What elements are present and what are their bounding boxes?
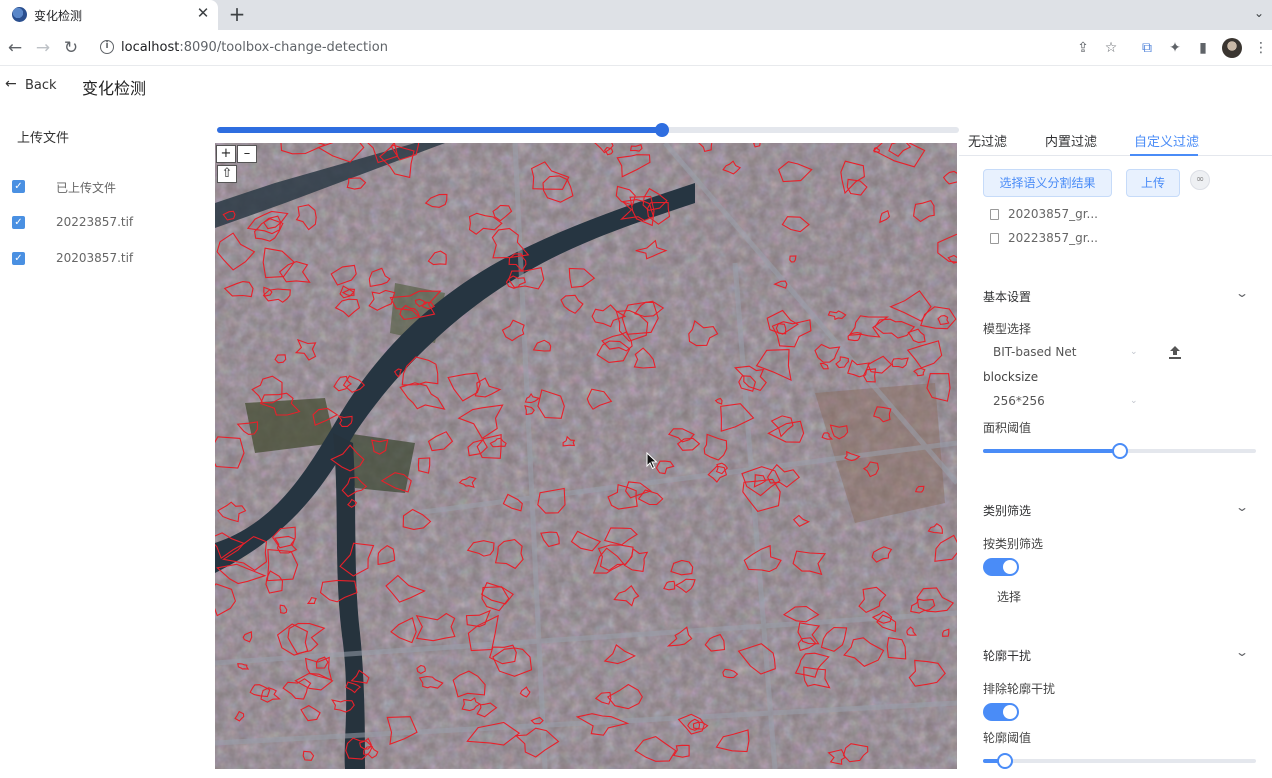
class-filter-toggle-label: 按类别筛选	[983, 537, 1044, 551]
section-title: 基本设置	[983, 290, 1032, 304]
contour-filter-header[interactable]: 轮廓干扰 ⌄	[983, 645, 1253, 665]
browser-tab[interactable]: 变化检测 ✕	[0, 0, 218, 30]
contour-filter-switch[interactable]	[983, 703, 1019, 721]
side-panel-icon[interactable]: ▮	[1194, 39, 1212, 57]
page-title: 变化检测	[82, 79, 147, 98]
checkbox[interactable]: ✓	[12, 180, 25, 193]
blocksize-select[interactable]: 256*256	[993, 394, 1045, 408]
seg-file-item[interactable]: 20223857_gr...	[990, 231, 1150, 247]
app-header: ← Back 变化检测	[0, 66, 1272, 106]
browser-tabstrip: 变化检测 ✕ + ⌄	[0, 0, 1272, 30]
file-label: 20203857.tif	[56, 251, 134, 265]
zoom-out-button[interactable]: –	[237, 145, 257, 163]
checkbox[interactable]: ✓	[12, 252, 25, 265]
chevron-down-icon[interactable]: ⌄	[1235, 645, 1249, 659]
extensions-icon[interactable]: ✦	[1166, 39, 1184, 57]
file-item[interactable]: ✓ 20203857.tif	[12, 250, 202, 268]
back-arrow-icon[interactable]: ←	[5, 38, 25, 58]
seg-file-label: 20203857_gr...	[1008, 207, 1098, 221]
chevron-down-icon[interactable]: ⌄	[1130, 347, 1138, 357]
info-icon[interactable]: i	[100, 40, 114, 54]
seg-file-label: 20223857_gr...	[1008, 231, 1098, 245]
basic-settings-header[interactable]: 基本设置 ⌄	[983, 286, 1253, 306]
slider-thumb[interactable]	[1111, 443, 1128, 459]
slider-track	[983, 759, 1256, 763]
select-segmentation-button[interactable]: 选择语义分割结果	[983, 169, 1112, 197]
model-select[interactable]: BIT-based Net	[993, 345, 1076, 359]
contour-threshold-label: 轮廓阈值	[983, 731, 1032, 745]
slider-thumb[interactable]	[996, 753, 1013, 769]
slider-fill	[983, 449, 1120, 453]
contour-threshold-slider[interactable]	[983, 752, 1256, 770]
document-icon	[990, 233, 999, 244]
tab-title: 变化检测	[34, 9, 83, 23]
star-icon[interactable]: ☆	[1102, 39, 1120, 57]
chevron-down-icon[interactable]: ⌄	[1254, 6, 1264, 20]
area-threshold-label: 面积阈值	[983, 421, 1032, 435]
chevron-down-icon[interactable]: ⌄	[1235, 286, 1249, 300]
area-threshold-slider[interactable]	[983, 442, 1256, 460]
class-filter-header[interactable]: 类别筛选 ⌄	[983, 500, 1253, 520]
blocksize-label: blocksize	[983, 370, 1039, 384]
avatar[interactable]	[1222, 38, 1242, 58]
slider-fill	[217, 127, 663, 133]
class-filter-switch[interactable]	[983, 558, 1019, 576]
new-tab-icon[interactable]: +	[226, 3, 248, 25]
upload-button[interactable]: 上传	[1126, 169, 1180, 197]
forward-arrow-icon[interactable]: →	[33, 38, 53, 58]
model-label: 模型选择	[983, 322, 1032, 336]
back-arrow-icon[interactable]: ←	[5, 76, 17, 92]
upload-icon[interactable]	[1168, 344, 1182, 360]
share-icon[interactable]: ⇪	[1074, 39, 1092, 57]
checkbox[interactable]: ✓	[12, 216, 25, 229]
filter-tabs: 无过滤 内置过滤 自定义过滤	[959, 124, 1272, 156]
satellite-image	[215, 143, 957, 769]
image-compare-slider[interactable]	[217, 123, 959, 137]
reset-view-button[interactable]: ⇧	[217, 165, 237, 183]
active-tab-indicator	[1130, 154, 1198, 156]
more-menu-icon[interactable]: ⋮	[1252, 39, 1270, 57]
translate-icon[interactable]: ⧉	[1138, 39, 1156, 57]
reload-icon[interactable]: ↻	[61, 38, 81, 58]
tab-no-filter[interactable]: 无过滤	[968, 131, 1007, 150]
zoom-in-button[interactable]: +	[216, 145, 236, 163]
slider-thumb[interactable]	[655, 123, 670, 137]
file-label: 20223857.tif	[56, 215, 134, 229]
select-classes-link[interactable]: 选择	[997, 588, 1021, 605]
browser-toolbar: ← → ↻ i localhost:8090/toolbox-change-de…	[0, 30, 1272, 66]
mouse-cursor-icon	[646, 452, 658, 470]
chevron-down-icon[interactable]: ⌄	[1235, 500, 1249, 514]
file-item[interactable]: ✓ 20223857.tif	[12, 214, 202, 232]
close-icon[interactable]: ✕	[195, 5, 211, 21]
address-bar[interactable]: i localhost:8090/toolbox-change-detectio…	[96, 35, 1126, 61]
file-tree-root[interactable]: ✓ 已上传文件	[12, 178, 202, 196]
contour-toggle-label: 排除轮廓干扰	[983, 682, 1056, 696]
globe-icon	[12, 7, 27, 22]
seg-file-item[interactable]: 20203857_gr...	[990, 207, 1150, 223]
file-label: 已上传文件	[56, 181, 117, 195]
document-icon	[990, 209, 999, 220]
chevron-down-icon[interactable]: ⌄	[1130, 396, 1138, 406]
tab-builtin-filter[interactable]: 内置过滤	[1045, 131, 1097, 150]
url-text: localhost:8090/toolbox-change-detection	[121, 40, 388, 55]
section-title: 类别筛选	[983, 504, 1032, 518]
change-detection-map[interactable]: + – ⇧	[215, 143, 957, 769]
upload-files-heading: 上传文件	[17, 131, 70, 146]
section-title: 轮廓干扰	[983, 649, 1032, 663]
back-button[interactable]: Back	[25, 78, 57, 93]
tab-custom-filter[interactable]: 自定义过滤	[1134, 131, 1199, 150]
link-icon[interactable]: ∞	[1190, 170, 1210, 190]
